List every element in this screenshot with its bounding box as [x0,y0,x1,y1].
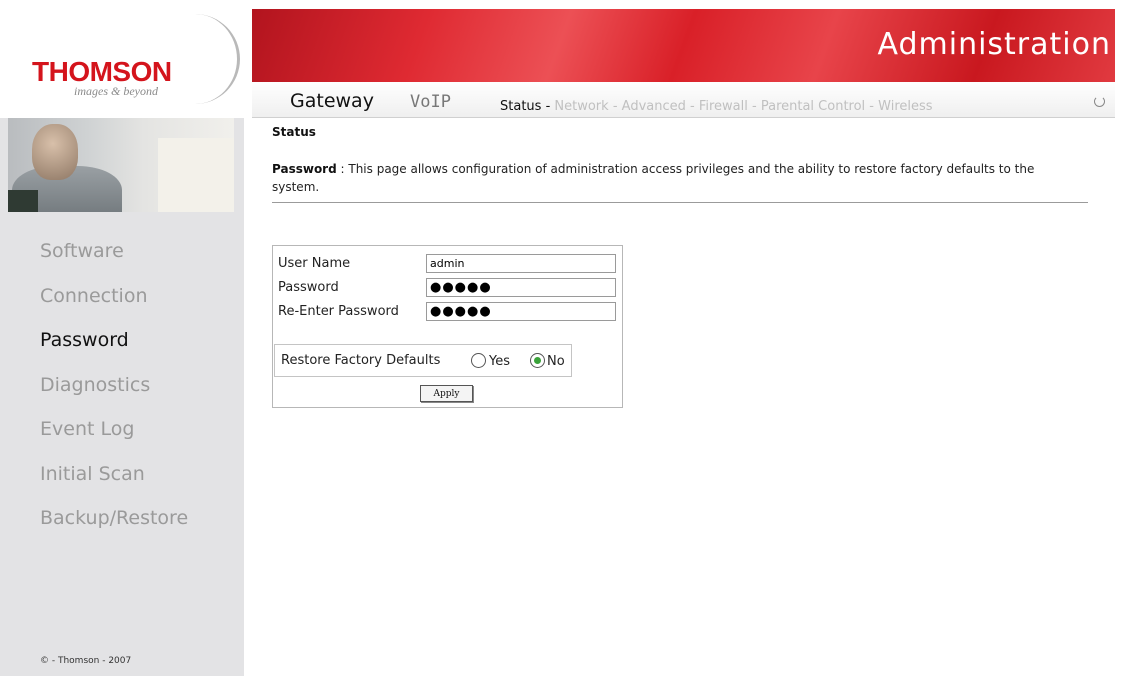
subnav-advanced[interactable]: Advanced [622,99,686,114]
sidebar-menu: Software Connection Password Diagnostics… [40,236,188,548]
refresh-icon[interactable] [1094,96,1105,107]
photo-person-head [32,124,78,180]
restore-factory-defaults-label: Restore Factory Defaults [281,353,441,368]
password-label: Password [278,280,339,295]
description-text: : This page allows configuration of admi… [272,162,1035,194]
page-title: Administration [877,27,1111,62]
copyright-text: © - Thomson - 2007 [40,656,132,666]
sidebar-item-initial-scan[interactable]: Initial Scan [40,459,188,504]
password-input[interactable] [426,278,616,297]
sub-navigation: Status - Network - Advanced - Firewall -… [500,99,933,114]
subnav-firewall[interactable]: Firewall [699,99,748,114]
sidebar: Software Connection Password Diagnostics… [0,118,244,676]
thomson-logo: THOMSON images & beyond [0,0,246,118]
sidebar-item-backup-restore[interactable]: Backup/Restore [40,503,188,548]
page-description: Password : This page allows configuratio… [272,160,1072,196]
subnav-separator: - [865,99,879,114]
sidebar-item-software[interactable]: Software [40,236,188,281]
subnav-wireless[interactable]: Wireless [878,99,932,114]
sidebar-item-password[interactable]: Password [40,325,188,370]
subnav-network[interactable]: Network [554,99,608,114]
section-heading: Status [272,125,316,139]
tab-gateway[interactable]: Gateway [290,90,374,112]
subnav-separator: - [747,99,761,114]
restore-yes-radio[interactable] [471,353,486,368]
tab-voip[interactable]: VoIP [410,92,451,112]
subnav-separator: - [685,99,699,114]
user-name-input[interactable] [426,254,616,273]
restore-yes-label[interactable]: Yes [489,354,510,369]
subnav-status[interactable]: Status [500,99,541,114]
photo-laptop [8,190,38,212]
password-form: User Name Password Re-Enter Password Res… [272,245,623,408]
restore-factory-defaults-group: Restore Factory Defaults Yes No [274,344,572,377]
subnav-separator: - [541,99,555,114]
sidebar-item-connection[interactable]: Connection [40,281,188,326]
top-navigation: Gateway VoIP Status - Network - Advanced… [252,82,1115,118]
logo-tagline: images & beyond [74,84,158,98]
sidebar-item-diagnostics[interactable]: Diagnostics [40,370,188,415]
header-banner: Administration [252,9,1115,82]
restore-no-label[interactable]: No [547,354,565,369]
description-title: Password [272,162,337,176]
subnav-separator: - [608,99,622,114]
sidebar-item-event-log[interactable]: Event Log [40,414,188,459]
apply-button[interactable]: Apply [420,385,473,402]
reenter-password-label: Re-Enter Password [278,304,399,319]
divider [272,202,1088,203]
user-name-label: User Name [278,256,351,271]
subnav-parental-control[interactable]: Parental Control [761,99,865,114]
photo-background-shape [158,138,234,212]
reenter-password-input[interactable] [426,302,616,321]
logo-swoosh-icon [170,14,240,104]
restore-no-radio[interactable] [530,353,545,368]
user-photo [8,118,234,212]
